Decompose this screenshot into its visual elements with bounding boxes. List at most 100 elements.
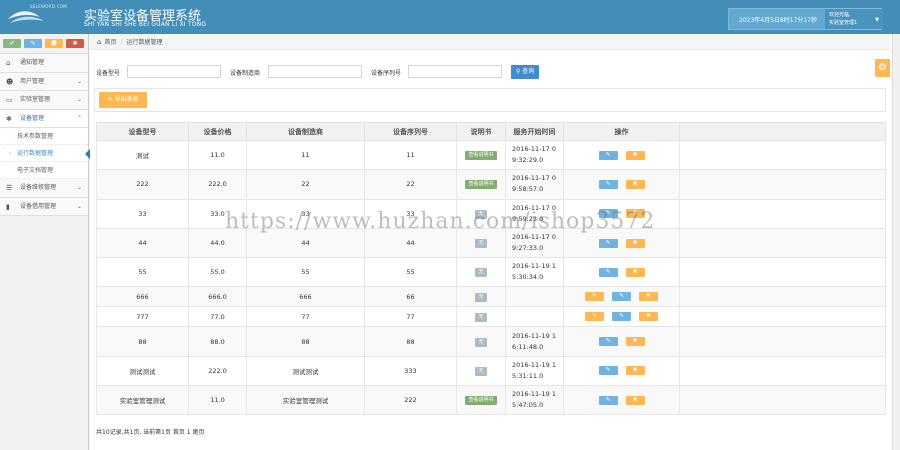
sidebar-subitem-label: 技术参数管理 <box>17 133 54 140</box>
col-header-serial[interactable]: 设备序列号 <box>364 122 457 141</box>
pagination-info[interactable]: 共10记录,共1页, 当前第1页 首页 1 尾页 <box>96 427 205 436</box>
edit-button[interactable]: ✎ <box>598 337 618 347</box>
cell-actions: ✎ ✖ <box>563 385 680 416</box>
export-button[interactable]: + 导出表格 <box>99 92 147 108</box>
edit-button[interactable]: ✎ <box>598 238 618 248</box>
search-button[interactable]: ⚲ 查询 <box>511 65 539 79</box>
vertical-scrollbar[interactable] <box>892 34 900 450</box>
delete-button[interactable]: ✖ <box>625 267 645 277</box>
model-input[interactable] <box>127 65 221 78</box>
system-pinyin: SHI YAN SHI SHE BEI GUAN LI XI TONG <box>84 21 207 28</box>
sidebar-item-repair[interactable]: ☰ 设备维修管理 ⌄ <box>0 179 88 198</box>
sidebar-item-lab[interactable]: ▭ 实验室管理 ⌄ <box>0 91 88 110</box>
time-line-2: 5:31:11.0 <box>512 371 544 380</box>
cell-maker: 11 <box>246 139 365 171</box>
table-row: 222 222.0 22 22 查看说明书 2016-11-17 0 9:58:5… <box>96 169 886 200</box>
current-datetime: 2023年4月5日8时17分17秒 <box>739 17 817 24</box>
sidebar-item-label: 通知管理 <box>20 59 45 66</box>
watermark: https://www.huzhan.com/ishop3572 <box>225 209 656 234</box>
serial-input[interactable] <box>408 65 502 78</box>
start-service-button[interactable]: ✎ <box>585 292 604 302</box>
delete-button[interactable]: ✖ <box>625 179 645 189</box>
pencil-icon[interactable]: ✎ <box>24 39 42 48</box>
data-table: 设备型号 设备价格 设备制造商 设备序列号 说明书 服务开始时间 操作 测试 1… <box>96 122 886 416</box>
sidebar-subitem-label: 运行数据管理 <box>17 150 54 157</box>
col-header-price[interactable]: 设备价格 <box>188 122 247 141</box>
delete-button[interactable]: ✖ <box>625 366 645 376</box>
cell-serial: 11 <box>364 139 457 171</box>
user-name: 实验室管理1 <box>829 20 858 26</box>
time-line-1: 2016-11-17 0 <box>512 174 556 183</box>
edit-button[interactable]: ✎ <box>598 395 618 405</box>
edit-button[interactable]: ✎ <box>598 150 618 160</box>
delete-button[interactable]: ✖ <box>625 337 645 347</box>
time-line-2: 9:58:57.0 <box>512 185 544 194</box>
cell-manual: 查看说明书 <box>456 169 506 200</box>
cell-start-time <box>505 306 564 328</box>
edit-button[interactable]: ✎ <box>612 292 631 302</box>
delete-button[interactable]: ✖ <box>625 238 645 248</box>
view-manual-button[interactable]: 查看说明书 <box>465 180 497 190</box>
col-header-model[interactable]: 设备型号 <box>96 122 189 141</box>
edit-button[interactable]: ✎ <box>612 312 631 322</box>
cell-model: 实验室管理测试 <box>96 385 189 416</box>
cell-model: 测试 <box>96 139 189 171</box>
delete-button[interactable]: ✖ <box>625 395 645 405</box>
header-status-box: 2023年4月5日8时17分17秒 欢迎光临, 实验室管理1 ▼ <box>728 8 883 30</box>
col-header-start-time[interactable]: 服务开始时间 <box>505 122 564 141</box>
cell-model: 666 <box>96 286 189 308</box>
cell-actions: ✎ ✖ <box>563 355 680 387</box>
sidebar-item-users[interactable]: ☻ 用户管理 ⌄ <box>0 72 88 91</box>
sidebar-item-equipment[interactable]: ✱ 设备管理 ⌃ <box>0 109 88 128</box>
cell-serial: 22 <box>364 169 457 200</box>
sidebar-item-label: 设备借用管理 <box>20 202 57 210</box>
cell-empty <box>679 286 886 308</box>
col-header-maker[interactable]: 设备制造商 <box>246 122 365 141</box>
user-menu[interactable]: 欢迎光临, 实验室管理1 ▼ <box>825 9 883 29</box>
col-header-manual[interactable]: 说明书 <box>456 122 506 141</box>
users-icon[interactable]: ☻ <box>45 39 63 48</box>
edit-button[interactable]: ✎ <box>598 366 618 376</box>
time-line-2: 9:32:29.0 <box>512 156 544 165</box>
sidebar-item-label: 实验室管理 <box>20 96 51 103</box>
sidebar-subitem-tech-params[interactable]: 技术参数管理 <box>0 128 88 145</box>
sidebar-subitem-run-data[interactable]: › 运行数据管理 <box>0 145 90 162</box>
cell-empty <box>679 385 886 416</box>
sidebar-item-borrow[interactable]: ▮ 设备借用管理 ⌄ <box>0 197 88 216</box>
cell-model: 55 <box>96 257 189 288</box>
welcome-text: 欢迎光临, <box>829 12 851 18</box>
cell-price: 77.0 <box>188 306 247 328</box>
cell-serial: 333 <box>364 355 457 387</box>
sidebar-subitem-documents[interactable]: 电子文档管理 <box>0 162 88 179</box>
breadcrumb: ⌂ 首页 / 运行数据管理 <box>90 34 890 50</box>
cell-model: 777 <box>96 306 189 328</box>
settings-gear-icon[interactable]: ⚙ <box>875 59 890 77</box>
cell-manual: 无 <box>456 355 506 387</box>
sidebar-item-notice[interactable]: ⌂ 通知管理 <box>0 54 88 73</box>
table-row: 88 88.0 88 88 无 2016-11-19 1 6:11:48.0 ✎ ✖ <box>96 326 886 357</box>
delete-button[interactable]: ✖ <box>639 312 658 322</box>
cell-serial: 55 <box>364 257 457 288</box>
cell-empty <box>679 227 886 259</box>
maker-input[interactable] <box>268 65 362 78</box>
table-row: 777 77.0 77 77 无 ✎ ✎ ✖ <box>96 306 886 328</box>
delete-button[interactable]: ✖ <box>625 150 645 160</box>
cogs-icon[interactable]: ✱ <box>66 39 84 48</box>
cell-manual: 查看说明书 <box>456 385 506 416</box>
cell-maker: 实验室管理测试 <box>246 385 365 416</box>
view-manual-button[interactable]: 查看说明书 <box>465 151 497 161</box>
edit-button[interactable]: ✎ <box>598 267 618 277</box>
breadcrumb-home[interactable]: 首页 <box>104 39 116 46</box>
chart-icon[interactable]: ✔ <box>3 39 21 48</box>
delete-button[interactable]: ✖ <box>639 292 658 302</box>
desktop-icon: ▭ <box>6 96 13 104</box>
cell-manual: 查看说明书 <box>456 139 506 171</box>
edit-button[interactable]: ✎ <box>598 179 618 189</box>
chevron-down-icon: ⌄ <box>76 77 82 85</box>
table-row: 测试 11.0 11 11 查看说明书 2016-11-17 0 9:32:29.… <box>96 139 886 171</box>
cell-price: 11.0 <box>188 385 247 416</box>
start-service-button[interactable]: ✎ <box>585 312 604 322</box>
cell-maker: 测试测试 <box>246 355 365 387</box>
cell-serial: 88 <box>364 326 457 357</box>
view-manual-button[interactable]: 查看说明书 <box>465 396 497 406</box>
